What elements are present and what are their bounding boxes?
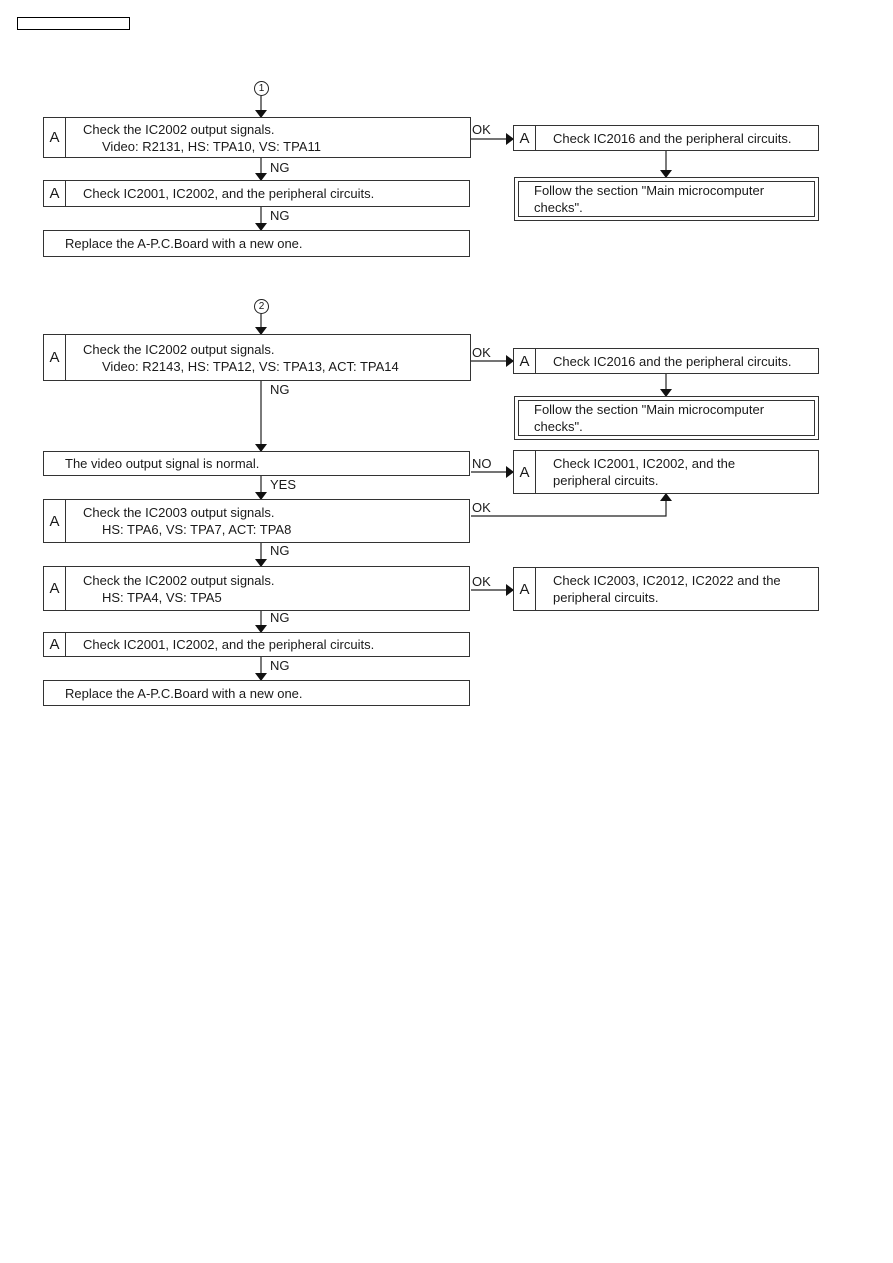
step-detail: Video: R2143, HS: TPA12, VS: TPA13, ACT:… [102, 358, 399, 374]
label-ng: NG [270, 543, 290, 558]
tag-a: A [44, 335, 66, 380]
label-ng: NG [270, 382, 290, 397]
step-text: Follow the section "Main microcomputer [534, 402, 765, 417]
flow2-step-check-ic2001-ic2002: A Check IC2001, IC2002, and the peripher… [43, 632, 470, 657]
step-text: Check the IC2002 output signals. [83, 572, 275, 588]
tag-a: A [44, 118, 66, 157]
step-text: Check IC2016 and the peripheral circuits… [553, 353, 792, 369]
flow1-step-replace-board: Replace the A-P.C.Board with a new one. [43, 230, 470, 257]
tag-a: A [44, 633, 66, 656]
tag-a: A [514, 126, 536, 150]
tag-a: A [514, 568, 536, 610]
tag-a: A [44, 181, 66, 206]
step-text: Check IC2001, IC2002, and the [553, 456, 736, 471]
step-text: Check the IC2003 output signals. [83, 505, 275, 520]
flow2-step-check-ic2003: A Check the IC2003 output signals. HS: T… [43, 499, 470, 543]
step-detail: Video: R2131, HS: TPA10, VS: TPA11 [102, 138, 321, 154]
label-yes: YES [270, 477, 297, 492]
step-text: Check IC2001, IC2002, and the peripheral… [83, 637, 375, 652]
flow2-no-check-ic2001-ic2002: A Check IC2001, IC2002, and the peripher… [513, 450, 819, 494]
flow2-step-check-ic2002-hs-vs: A Check the IC2002 output signals. HS: T… [43, 566, 470, 611]
step-text-2: peripheral circuits. [553, 590, 659, 605]
flow1-follow-main-micro: Follow the section "Main microcomputer c… [514, 177, 819, 221]
step-text-2: peripheral circuits. [553, 473, 659, 488]
flow2-step-replace-board: Replace the A-P.C.Board with a new one. [43, 680, 470, 706]
label-ng: NG [270, 658, 290, 673]
start-marker-1: 1 [254, 81, 269, 96]
flow1-step-check-ic2002: A Check the IC2002 output signals. Video… [43, 117, 471, 158]
step-detail: HS: TPA4, VS: TPA5 [102, 589, 222, 605]
label-ng: NG [270, 208, 290, 223]
tag-a: A [44, 500, 66, 542]
step-text: Replace the A-P.C.Board with a new one. [65, 236, 303, 251]
step-text: Check IC2001, IC2002, and the peripheral… [83, 186, 375, 201]
step-text: Replace the A-P.C.Board with a new one. [65, 685, 303, 701]
label-ok: OK [472, 500, 491, 515]
label-ok: OK [472, 345, 491, 360]
step-detail: HS: TPA6, VS: TPA7, ACT: TPA8 [102, 522, 292, 537]
step-text: Check IC2016 and the peripheral circuits… [553, 130, 792, 146]
tag-a: A [514, 451, 536, 493]
label-ng: NG [270, 610, 290, 625]
start-marker-2: 2 [254, 299, 269, 314]
flow2-follow-main-micro: Follow the section "Main microcomputer c… [514, 396, 819, 440]
tag-a: A [514, 349, 536, 373]
label-ok: OK [472, 122, 491, 137]
flow2-step-check-ic2002: A Check the IC2002 output signals. Video… [43, 334, 471, 381]
label-no: NO [472, 456, 492, 471]
step-text: Check the IC2002 output signals. [83, 121, 275, 137]
label-ok: OK [472, 574, 491, 589]
arrow-ok-ic2003 [471, 493, 672, 517]
flow1-ok-check-ic2016: A Check IC2016 and the peripheral circui… [513, 125, 819, 151]
step-text-2: checks". [534, 200, 583, 215]
tag-a: A [44, 567, 66, 610]
step-text: Follow the section "Main microcomputer [534, 183, 765, 198]
flow2-ok-check-ic2003-ic2012-ic2022: A Check IC2003, IC2012, IC2022 and the p… [513, 567, 819, 611]
flow2-decision-video-normal: The video output signal is normal. [43, 451, 470, 476]
flow1-step-check-ic2001-ic2002: A Check IC2001, IC2002, and the peripher… [43, 180, 470, 207]
flow2-ok-check-ic2016: A Check IC2016 and the peripheral circui… [513, 348, 819, 374]
step-text: Check the IC2002 output signals. [83, 341, 275, 357]
step-text: The video output signal is normal. [65, 456, 260, 471]
step-text: Check IC2003, IC2012, IC2022 and the [553, 573, 781, 588]
label-ng: NG [270, 160, 290, 175]
step-text-2: checks". [534, 419, 583, 434]
